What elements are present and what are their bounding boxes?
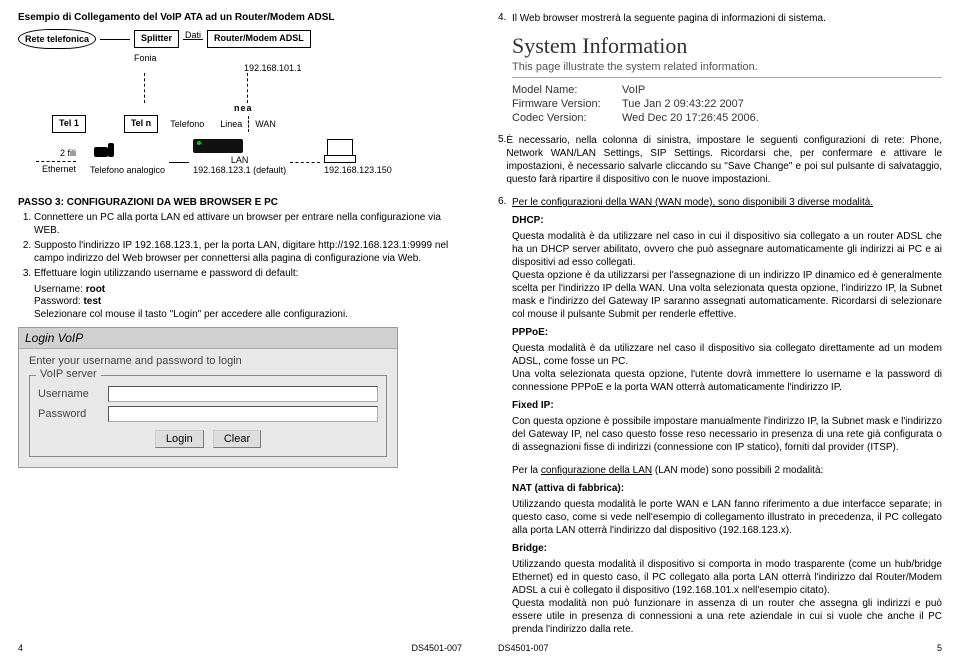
pppoe-label: PPPoE: [512,327,942,338]
lan-ip: 192.168.123.1 (default) [193,165,286,175]
tel1-box: Tel 1 [52,115,86,133]
pc-ip: 192.168.123.150 [324,165,392,175]
clear-button[interactable]: Clear [213,430,261,448]
dhcp-label: DHCP: [512,215,942,226]
dhcp-text: Questa modalità è da utilizzare nel caso… [512,230,942,321]
sysinfo-subtitle: This page illustrate the system related … [512,61,942,73]
telefono-label: Telefono [170,119,204,129]
firmware-value: Tue Jan 2 09:43:22 2007 [622,98,744,110]
username-label: Username: [34,284,83,295]
step3-heading: PASSO 3: CONFIGURAZIONI DA WEB BROWSER E… [18,197,462,208]
fonia-label: Fonia [134,53,462,63]
login-title: Login VoIP [19,328,397,349]
ata-icon [193,139,243,153]
splitter-box: Splitter [134,30,179,48]
doc-code-right: DS4501-007 [498,643,549,653]
pstn-cloud: Rete telefonica [18,29,96,49]
username-value: root [86,284,105,295]
page-number-left: 4 [18,643,23,653]
linea-label: Linea [220,119,242,129]
password-label: Password: [34,296,81,307]
password-value: test [83,296,101,307]
step-2: Supposto l'indirizzo IP 192.168.123.1, p… [34,240,462,265]
pc-icon [324,139,354,163]
fili-label: 2 fili [36,148,76,159]
login-button[interactable]: Login [155,430,204,448]
username-input[interactable] [108,386,378,402]
sysinfo-title: System Information [512,33,942,59]
password-input[interactable] [108,406,378,422]
system-info-panel: System Information This page illustrate … [512,33,942,78]
page-4: Esempio di Collegamento del VoIP ATA ad … [0,0,480,659]
credentials-block: Username: root Password: test Selezionar… [34,284,462,322]
firmware-label: Firmware Version: [512,98,622,110]
bridge-label: Bridge: [512,543,942,554]
item-6-intro: Per le configurazioni della WAN (WAN mod… [512,197,873,208]
sysinfo-table: Model Name:VoIP Firmware Version:Tue Jan… [512,84,942,124]
steps-list: Connettere un PC alla porta LAN ed attiv… [34,212,462,281]
login-note: Selezionare col mouse il tasto "Login" p… [34,309,348,320]
nat-text: Utilizzando questa modalità le porte WAN… [512,498,942,537]
login-screenshot: Login VoIP Enter your username and passw… [18,327,398,468]
username-field-label: Username [38,388,108,400]
dati-label: Dati [185,30,201,40]
fixed-text: Con questa opzione è possibile impostare… [512,415,942,454]
nea-label: nea [234,103,462,113]
codec-value: Wed Dec 20 17:26:45 2006. [622,112,759,124]
password-field-label: Password [38,408,108,420]
teln-box: Tel n [124,115,158,133]
model-name-label: Model Name: [512,84,622,96]
pppoe-text: Questa modalità è da utilizzare nel caso… [512,342,942,394]
page-number-right: 5 [937,643,942,653]
ethernet-label: Ethernet [36,164,76,175]
router-label: Router/Modem ADSL [214,33,304,43]
codec-label: Codec Version: [512,112,622,124]
phone-icon [90,143,118,163]
fixed-label: Fixed IP: [512,400,942,411]
step-1: Connettere un PC alla porta LAN ed attiv… [34,212,462,237]
nat-label: NAT (attiva di fabbrica): [512,483,942,494]
model-name-value: VoIP [622,84,645,96]
tel-analog-label: Telefono analogico [90,165,165,175]
page-5: 4. Il Web browser mostrerà la seguente p… [480,0,960,659]
lan-label: LAN [231,155,249,165]
intro-4: Il Web browser mostrerà la seguente pagi… [512,12,826,25]
login-legend: VoIP server [36,368,101,380]
example-title: Esempio di Collegamento del VoIP ATA ad … [18,12,462,23]
bridge-text: Utilizzando questa modalità il dispositi… [512,558,942,636]
router-ip: 192.168.101.1 [244,63,462,73]
router-box: Router/Modem ADSL [207,30,311,48]
step-3: Effettuare login utilizzando username e … [34,268,462,281]
login-prompt: Enter your username and password to logi… [29,355,387,367]
doc-code-left: DS4501-007 [411,643,462,653]
wan-label: WAN [255,119,276,129]
item-5: È necessario, nella colonna di sinistra,… [506,134,942,186]
connection-diagram: Rete telefonica Splitter Dati Router/Mod… [18,29,462,189]
